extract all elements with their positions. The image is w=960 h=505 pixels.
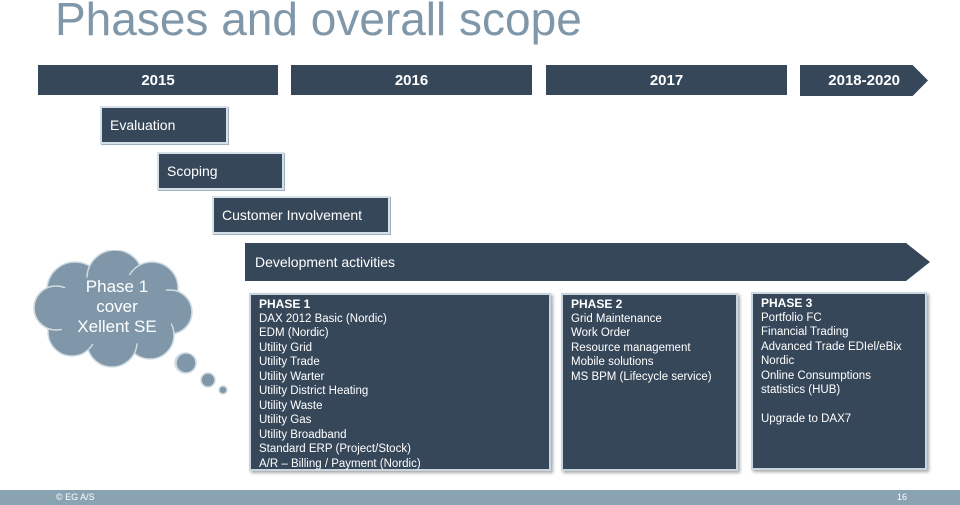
phase-1-item: Utility Trade xyxy=(259,356,320,368)
phase-1-item: Utility Grid xyxy=(259,341,313,354)
phase-1-item: Utility Gas xyxy=(259,414,312,426)
phase-1-item: A/R – Billing / Payment (Nordic) xyxy=(259,457,421,470)
cloud-text: Phase 1 cover Xellent SE xyxy=(62,277,172,337)
phase-1-item: Utility District Heating xyxy=(259,385,369,397)
development-activities-label: Development activities xyxy=(255,254,396,270)
phase-3-item: Nordic xyxy=(761,355,795,367)
phase-3-item xyxy=(761,398,917,413)
phase-1-item: Standard ERP (Project/Stock) xyxy=(259,443,411,455)
phase-3-item: Advanced Trade EDIel/eBix xyxy=(761,340,902,353)
phase-2-item: MS BPM (Lifecycle service) xyxy=(571,370,712,383)
phase-2-item: Mobile solutions xyxy=(571,356,654,368)
phase-3-item: Portfolio FC xyxy=(761,311,822,324)
phase-1-title: PHASE 1 xyxy=(259,297,311,311)
phase-1-item: DAX 2012 Basic (Nordic) xyxy=(259,312,387,325)
phase-2-box: PHASE 2 Grid Maintenance Work Order Reso… xyxy=(561,293,738,471)
phase-2-item: Work Order xyxy=(571,327,631,339)
copyright-text: © EG A/S xyxy=(56,492,95,502)
phase-1-item: Utility Waste xyxy=(259,399,323,412)
scoping-box: Scoping xyxy=(157,152,284,190)
development-activities-arrow: Development activities xyxy=(245,243,930,281)
evaluation-box: Evaluation xyxy=(100,106,228,144)
year-2017: 2017 xyxy=(546,65,787,95)
phase-1-item: Utility Warter xyxy=(259,370,325,383)
phase-3-item: statistics (HUB) xyxy=(761,384,841,396)
cloud-line-2: cover xyxy=(96,297,138,316)
phase-3-box: PHASE 3 Portfolio FC Financial Trading A… xyxy=(751,292,927,470)
cloud-line-3: Xellent SE xyxy=(77,317,157,336)
year-2018-2020-label: 2018-2020 xyxy=(828,72,900,89)
phase-3-item: Online Consumptions xyxy=(761,369,871,382)
page-title: Phases and overall scope xyxy=(55,0,582,45)
footer-bar: © EG A/S 16 xyxy=(0,490,960,505)
customer-involvement-box: Customer Involvement xyxy=(212,196,390,234)
phase-3-item: Financial Trading xyxy=(761,326,849,338)
phase-1-box: PHASE 1 DAX 2012 Basic (Nordic) EDM (Nor… xyxy=(249,293,551,471)
phase-2-title: PHASE 2 xyxy=(571,297,623,311)
phase-3-title: PHASE 3 xyxy=(761,296,813,310)
phase-2-item: Resource management xyxy=(571,341,691,354)
cloud-line-1: Phase 1 xyxy=(85,277,149,296)
phase-1-item: EDM (Nordic) xyxy=(259,327,329,339)
phase-3-item: Upgrade to DAX7 xyxy=(761,413,852,425)
phase-1-item: Utility Broadband xyxy=(259,428,347,441)
thought-bubbles-icon xyxy=(175,352,228,395)
year-2015: 2015 xyxy=(38,65,278,95)
year-2018-2020-arrow: 2018-2020 xyxy=(800,65,928,96)
phase-2-item: Grid Maintenance xyxy=(571,312,662,325)
page-number: 16 xyxy=(897,492,908,502)
year-2016: 2016 xyxy=(291,65,532,95)
